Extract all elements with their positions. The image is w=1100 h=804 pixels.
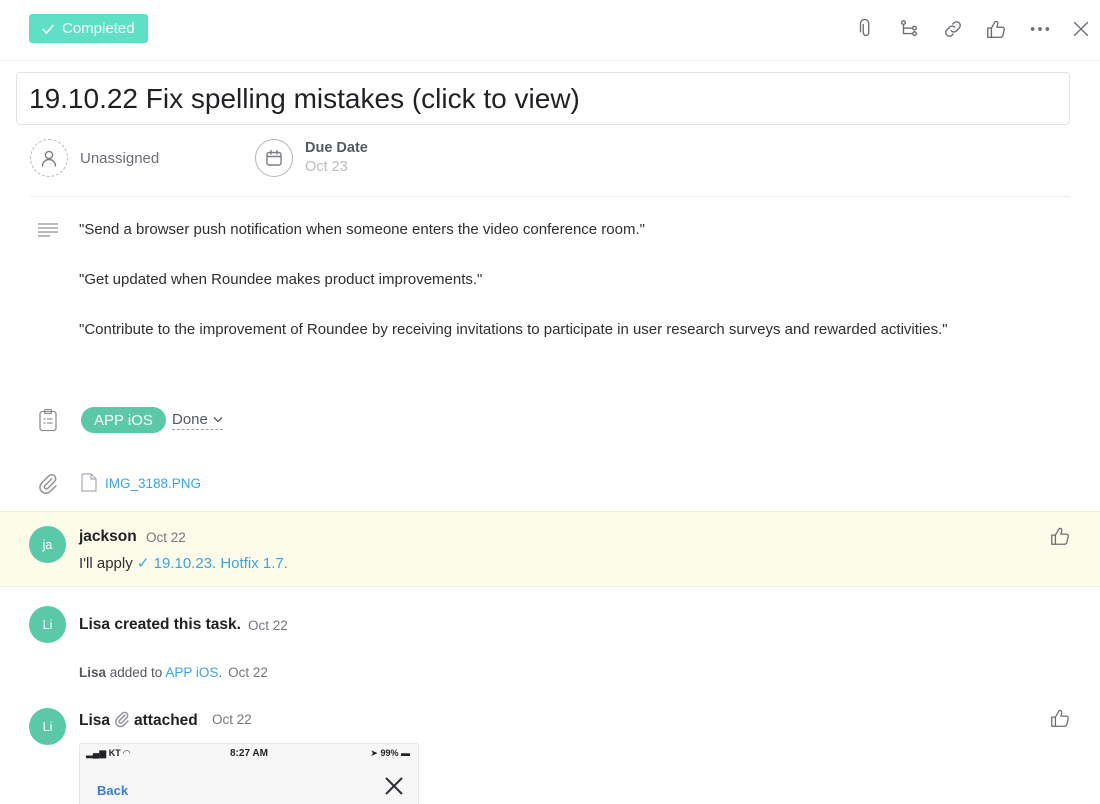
- signal-icon: ▂▄▆: [86, 748, 107, 758]
- added-event-author: Lisa: [79, 665, 107, 680]
- preview-status-left: ▂▄▆ KT ◠: [86, 748, 130, 759]
- section-status-label: Done: [172, 411, 208, 428]
- avatar[interactable]: Li: [29, 708, 66, 745]
- wifi-icon: ◠: [123, 748, 131, 758]
- avatar[interactable]: Li: [29, 606, 66, 643]
- chevron-down-icon: [213, 417, 223, 423]
- created-event-date: Oct 22: [248, 618, 288, 633]
- preview-carrier: KT: [108, 748, 121, 758]
- linked-task-link[interactable]: ✓ 19.10.23. Hotfix 1.7.: [137, 555, 288, 572]
- project-tag[interactable]: APP iOS: [81, 407, 166, 433]
- description-icon: [37, 222, 59, 238]
- task-meta-row: Unassigned Due Date Oct 23: [30, 138, 1070, 197]
- section-status-dropdown[interactable]: Done: [172, 411, 223, 430]
- description-line-2[interactable]: "Get updated when Roundee makes product …: [79, 271, 482, 288]
- attachment-link[interactable]: IMG_3188.PNG: [105, 476, 201, 491]
- attached-event-author: Lisa: [79, 712, 111, 729]
- preview-close-icon: [383, 775, 405, 797]
- assignee-label[interactable]: Unassigned: [80, 150, 159, 167]
- attached-event: Lisa attached: [79, 710, 198, 730]
- thumbs-up-icon[interactable]: [1049, 525, 1071, 547]
- location-icon: ➤: [370, 748, 378, 758]
- task-toolbar: Completed: [0, 0, 1100, 61]
- thumbs-up-icon[interactable]: [1049, 707, 1071, 729]
- comment-date: Oct 22: [146, 530, 186, 545]
- subtask-icon[interactable]: [897, 17, 921, 41]
- comment-author[interactable]: jackson: [79, 528, 137, 546]
- comment-text-prefix: I'll apply: [79, 555, 137, 572]
- comment-item: ja jackson Oct 22 I'll apply ✓ 19.10.23.…: [0, 511, 1100, 587]
- completed-label: Completed: [62, 20, 135, 37]
- preview-battery: 99%: [380, 748, 399, 758]
- preview-back-label: Back: [97, 783, 129, 798]
- added-event-date: Oct 22: [228, 665, 268, 680]
- due-date-label[interactable]: Due Date: [305, 140, 368, 156]
- checkmark-icon: [42, 24, 54, 34]
- paperclip-icon[interactable]: [854, 17, 878, 41]
- avatar[interactable]: ja: [29, 526, 66, 563]
- attached-event-date: Oct 22: [212, 712, 252, 727]
- added-event: Lisa added to APP iOS. Oct 22: [79, 665, 268, 680]
- preview-time: 8:27 AM: [230, 748, 268, 759]
- created-event-text: Lisa created this task.: [79, 616, 241, 633]
- attachment-preview-image[interactable]: ▂▄▆ KT ◠ 8:27 AM ➤ 99% ▬ Back: [79, 743, 419, 804]
- battery-icon: ▬: [401, 748, 410, 758]
- completed-button[interactable]: Completed: [29, 14, 148, 43]
- calendar-icon[interactable]: [255, 139, 293, 177]
- comment-text: I'll apply ✓ 19.10.23. Hotfix 1.7.: [79, 554, 288, 572]
- attached-event-action: attached: [134, 712, 198, 729]
- clipboard-icon: [37, 408, 59, 432]
- added-event-project-link[interactable]: APP iOS: [165, 665, 218, 680]
- more-icon[interactable]: [1028, 17, 1052, 41]
- link-icon[interactable]: [941, 17, 965, 41]
- due-date-value[interactable]: Oct 23: [305, 159, 348, 175]
- description-line-3[interactable]: "Contribute to the improvement of Rounde…: [79, 321, 948, 338]
- paperclip-icon: [114, 710, 130, 728]
- assignee-avatar-icon[interactable]: [30, 139, 68, 177]
- file-icon: [81, 473, 97, 492]
- task-title-input[interactable]: 19.10.22 Fix spelling mistakes (click to…: [16, 72, 1070, 125]
- preview-status-right: ➤ 99% ▬: [370, 748, 410, 759]
- close-icon[interactable]: [1069, 17, 1093, 41]
- added-event-suffix: .: [218, 665, 223, 680]
- paperclip-icon: [37, 472, 59, 494]
- added-event-middle: added to: [106, 665, 166, 680]
- description-line-1[interactable]: "Send a browser push notification when s…: [79, 221, 645, 238]
- thumbs-up-icon[interactable]: [984, 17, 1008, 41]
